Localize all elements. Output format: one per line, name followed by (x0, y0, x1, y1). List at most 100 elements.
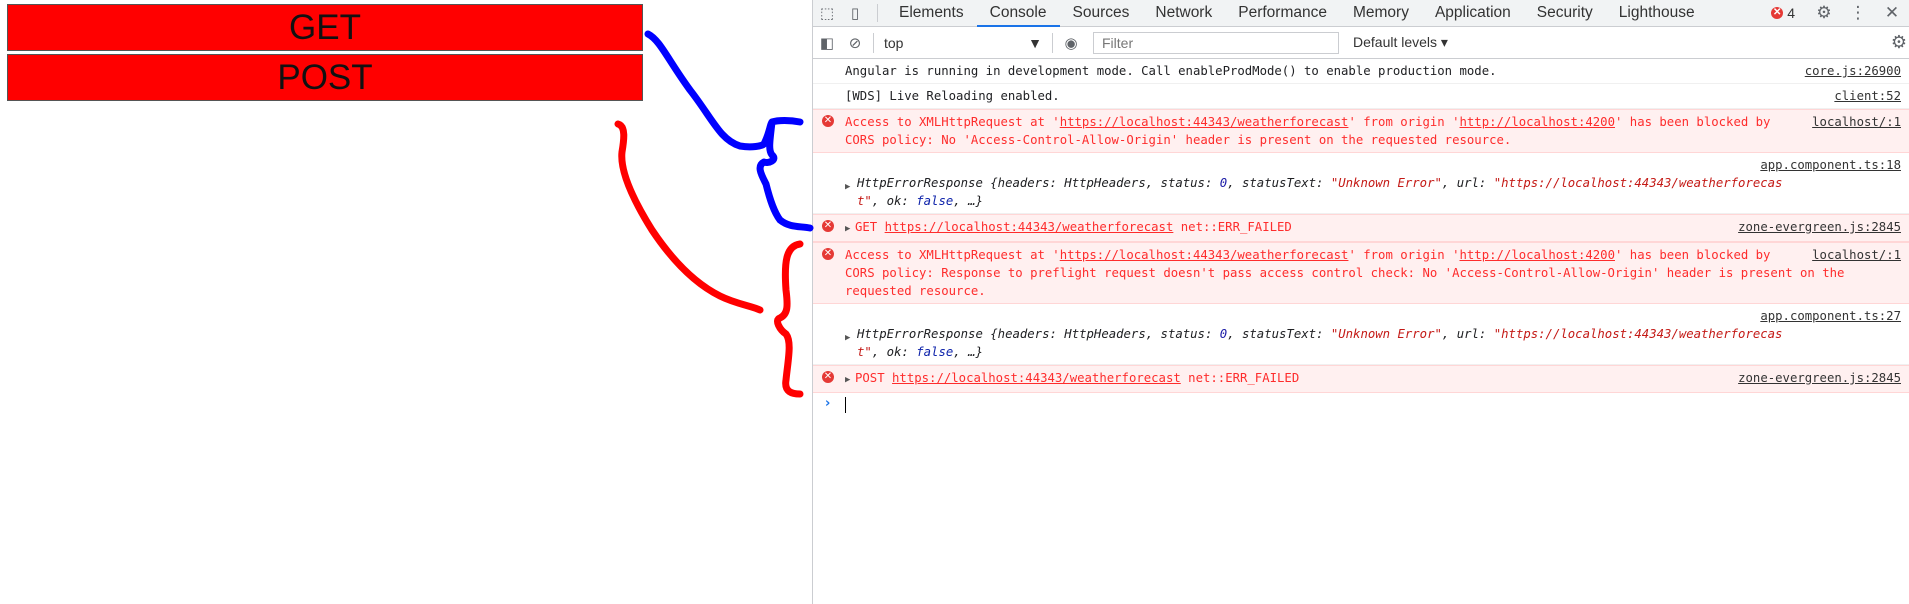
text-cursor (845, 397, 846, 413)
object-type: HttpErrorResponse (857, 327, 983, 341)
error-text: ' from origin ' (1348, 115, 1460, 129)
object-text: , ok: (871, 194, 917, 208)
log-message: Angular is running in development mode. … (845, 64, 1497, 78)
request-url-link[interactable]: https://localhost:44343/weatherforecast (1060, 248, 1349, 262)
error-text: ' from origin ' (1348, 248, 1460, 262)
request-status: net::ERR_FAILED (1180, 220, 1292, 234)
console-output: core.js:26900 Angular is running in deve… (813, 59, 1909, 419)
origin-url-link[interactable]: http://localhost:4200 (1460, 115, 1615, 129)
object-value: "Unknown Error" (1330, 176, 1442, 190)
console-error-row: ✕ zone-evergreen.js:2845 ▶ GET https://lo… (813, 214, 1909, 242)
request-url-link[interactable]: https://localhost:44343/weatherforecast (885, 220, 1174, 234)
tabbar-separator (877, 4, 878, 22)
object-value: "Unknown Error" (1330, 327, 1442, 341)
more-options-icon[interactable]: ⋮ (1841, 3, 1875, 23)
prompt-caret-icon: › (825, 396, 831, 411)
console-object-row: app.component.ts:18 ▶ HttpErrorResponse … (813, 153, 1909, 214)
device-toolbar-icon[interactable]: ▯ (841, 0, 869, 26)
error-icon: ✕ (822, 220, 834, 232)
error-icon: ✕ (822, 248, 834, 260)
object-text: , …} (953, 345, 983, 359)
tab-performance[interactable]: Performance (1225, 0, 1340, 26)
object-text: , statusText: (1227, 327, 1331, 341)
source-link[interactable]: core.js:26900 (1805, 62, 1901, 80)
request-url-link[interactable]: https://localhost:44343/weatherforecast (892, 371, 1181, 385)
filter-input[interactable] (1093, 31, 1339, 54)
tab-security[interactable]: Security (1524, 0, 1606, 26)
object-text: , url: (1441, 176, 1494, 190)
object-text: , ok: (871, 345, 917, 359)
source-link[interactable]: app.component.ts:27 (1760, 309, 1901, 323)
sidebar-toggle-icon[interactable]: ◧ (813, 34, 841, 52)
expand-triangle-icon[interactable]: ▶ (845, 329, 855, 347)
object-value: "https://localhost:44343/weatherforecas (1493, 327, 1783, 341)
object-value: false (916, 194, 954, 208)
console-error-row: ✕ zone-evergreen.js:2845 ▶ POST https://l… (813, 365, 1909, 393)
origin-url-link[interactable]: http://localhost:4200 (1460, 248, 1615, 262)
object-value: false (916, 345, 954, 359)
get-button[interactable]: GET (7, 4, 643, 51)
devtools-tabbar: ⬚ ▯ Elements Console Sources Network Per… (813, 0, 1909, 27)
log-message: [WDS] Live Reloading enabled. (845, 89, 1060, 103)
object-preview[interactable]: ▶ HttpErrorResponse {headers: HttpHeader… (845, 325, 1883, 361)
console-object-row: app.component.ts:27 ▶ HttpErrorResponse … (813, 304, 1909, 365)
request-status: net::ERR_FAILED (1188, 371, 1300, 385)
request-method: GET (855, 220, 878, 234)
object-value: t" (857, 194, 872, 208)
app-viewport: GET POST (0, 0, 812, 604)
filterbar-separator (1052, 32, 1053, 53)
console-prompt[interactable]: › (813, 393, 1909, 419)
request-method: POST (855, 371, 885, 385)
console-filterbar: ◧ ⊘ top ▼ ◉ Default levels ▾ ⚙ (813, 27, 1909, 59)
context-select[interactable]: top ▼ (878, 32, 1048, 54)
console-log-row: client:52 [WDS] Live Reloading enabled. (813, 84, 1909, 109)
error-icon: ✕ (1771, 7, 1784, 19)
error-count-badge[interactable]: ✕ 4 (1771, 5, 1795, 21)
request-url-link[interactable]: https://localhost:44343/weatherforecast (1060, 115, 1349, 129)
devtools-panel: ⬚ ▯ Elements Console Sources Network Per… (812, 0, 1909, 604)
object-value: "https://localhost:44343/weatherforecas (1493, 176, 1783, 190)
tab-sources[interactable]: Sources (1060, 0, 1143, 26)
source-link[interactable]: localhost/:1 (1812, 246, 1901, 264)
object-type: HttpErrorResponse (857, 176, 983, 190)
log-levels-dropdown[interactable]: Default levels ▾ (1353, 34, 1448, 51)
chevron-down-icon: ▼ (1028, 34, 1042, 51)
object-preview[interactable]: ▶ HttpErrorResponse {headers: HttpHeader… (845, 174, 1883, 210)
console-error-row: ✕ localhost/:1 Access to XMLHttpRequest … (813, 109, 1909, 153)
console-log-row: core.js:26900 Angular is running in deve… (813, 59, 1909, 84)
clear-console-icon[interactable]: ⊘ (841, 34, 869, 52)
source-link[interactable]: app.component.ts:18 (1760, 158, 1901, 172)
source-link[interactable]: client:52 (1834, 87, 1901, 105)
console-error-row: ✕ localhost/:1 Access to XMLHttpRequest … (813, 242, 1909, 304)
inspect-element-icon[interactable]: ⬚ (813, 0, 841, 26)
console-settings-gear-icon[interactable]: ⚙ (1891, 32, 1907, 53)
expand-triangle-icon[interactable]: ▶ (845, 178, 855, 196)
source-link[interactable]: localhost/:1 (1812, 113, 1901, 131)
tab-application[interactable]: Application (1422, 0, 1524, 26)
tab-memory[interactable]: Memory (1340, 0, 1422, 26)
expand-triangle-icon[interactable]: ▶ (845, 371, 855, 389)
context-value: top (884, 34, 904, 51)
filterbar-separator (873, 32, 874, 53)
error-count: 4 (1787, 5, 1795, 21)
post-button[interactable]: POST (7, 54, 643, 101)
close-devtools-icon[interactable]: ✕ (1875, 3, 1909, 23)
object-text: , url: (1441, 327, 1494, 341)
object-text: , statusText: (1227, 176, 1331, 190)
tabbar-right-controls: ✕ 4 ⚙ ⋮ ✕ (1771, 0, 1909, 26)
expand-triangle-icon[interactable]: ▶ (845, 220, 855, 238)
object-text: , …} (953, 194, 983, 208)
source-link[interactable]: zone-evergreen.js:2845 (1738, 369, 1901, 387)
tab-console[interactable]: Console (976, 0, 1060, 27)
tab-elements[interactable]: Elements (886, 0, 977, 26)
tab-network[interactable]: Network (1142, 0, 1225, 26)
object-text: {headers: HttpHeaders, status: (990, 327, 1220, 341)
settings-gear-icon[interactable]: ⚙ (1807, 3, 1841, 23)
error-icon: ✕ (822, 115, 834, 127)
tab-lighthouse[interactable]: Lighthouse (1606, 0, 1708, 26)
object-text: {headers: HttpHeaders, status: (990, 176, 1220, 190)
source-link[interactable]: zone-evergreen.js:2845 (1738, 218, 1901, 236)
live-expression-eye-icon[interactable]: ◉ (1057, 34, 1085, 52)
error-text: Access to XMLHttpRequest at ' (845, 115, 1060, 129)
error-icon: ✕ (822, 371, 834, 383)
